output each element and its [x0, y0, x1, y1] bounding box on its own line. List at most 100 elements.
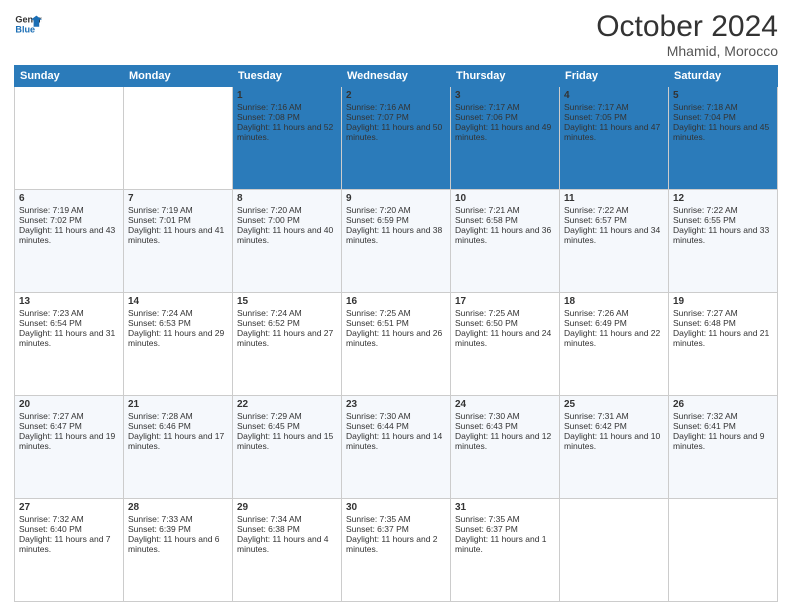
day-info: Daylight: 11 hours and 26 minutes. [346, 328, 446, 348]
day-info: Sunset: 6:52 PM [237, 318, 337, 328]
day-cell: 18Sunrise: 7:26 AMSunset: 6:49 PMDayligh… [560, 293, 669, 396]
day-info: Daylight: 11 hours and 15 minutes. [237, 431, 337, 451]
day-info: Daylight: 11 hours and 17 minutes. [128, 431, 228, 451]
day-info: Sunset: 6:58 PM [455, 215, 555, 225]
day-info: Sunset: 7:08 PM [237, 112, 337, 122]
logo-icon: General Blue [14, 10, 42, 38]
day-number: 23 [346, 399, 446, 410]
day-info: Sunrise: 7:32 AM [673, 411, 773, 421]
day-info: Sunset: 6:44 PM [346, 421, 446, 431]
day-info: Daylight: 11 hours and 47 minutes. [564, 122, 664, 142]
day-info: Sunrise: 7:22 AM [564, 205, 664, 215]
day-cell: 10Sunrise: 7:21 AMSunset: 6:58 PMDayligh… [451, 190, 560, 293]
week-row-4: 20Sunrise: 7:27 AMSunset: 6:47 PMDayligh… [15, 396, 778, 499]
day-cell: 22Sunrise: 7:29 AMSunset: 6:45 PMDayligh… [233, 396, 342, 499]
day-info: Sunrise: 7:35 AM [346, 514, 446, 524]
day-cell: 30Sunrise: 7:35 AMSunset: 6:37 PMDayligh… [342, 499, 451, 602]
day-number: 17 [455, 296, 555, 307]
day-number: 4 [564, 90, 664, 101]
day-info: Sunrise: 7:21 AM [455, 205, 555, 215]
day-cell: 25Sunrise: 7:31 AMSunset: 6:42 PMDayligh… [560, 396, 669, 499]
day-number: 20 [19, 399, 119, 410]
day-info: Daylight: 11 hours and 24 minutes. [455, 328, 555, 348]
day-info: Sunset: 6:51 PM [346, 318, 446, 328]
month-title: October 2024 [596, 10, 778, 43]
day-info: Sunset: 7:06 PM [455, 112, 555, 122]
day-info: Sunrise: 7:16 AM [237, 102, 337, 112]
day-info: Sunrise: 7:30 AM [455, 411, 555, 421]
page: General Blue October 2024 Mhamid, Morocc… [0, 0, 792, 612]
day-info: Sunrise: 7:19 AM [128, 205, 228, 215]
day-info: Sunrise: 7:25 AM [455, 308, 555, 318]
day-number: 22 [237, 399, 337, 410]
day-info: Sunset: 6:46 PM [128, 421, 228, 431]
day-info: Sunrise: 7:23 AM [19, 308, 119, 318]
day-info: Sunrise: 7:30 AM [346, 411, 446, 421]
day-info: Sunset: 7:01 PM [128, 215, 228, 225]
week-row-3: 13Sunrise: 7:23 AMSunset: 6:54 PMDayligh… [15, 293, 778, 396]
day-cell: 21Sunrise: 7:28 AMSunset: 6:46 PMDayligh… [124, 396, 233, 499]
day-cell: 15Sunrise: 7:24 AMSunset: 6:52 PMDayligh… [233, 293, 342, 396]
day-number: 12 [673, 193, 773, 204]
day-info: Sunrise: 7:19 AM [19, 205, 119, 215]
day-info: Sunset: 6:45 PM [237, 421, 337, 431]
day-info: Daylight: 11 hours and 10 minutes. [564, 431, 664, 451]
day-number: 18 [564, 296, 664, 307]
day-number: 26 [673, 399, 773, 410]
day-info: Sunrise: 7:33 AM [128, 514, 228, 524]
header: General Blue October 2024 Mhamid, Morocc… [14, 10, 778, 59]
day-number: 27 [19, 502, 119, 513]
day-number: 8 [237, 193, 337, 204]
day-number: 19 [673, 296, 773, 307]
col-header-sunday: Sunday [15, 66, 124, 87]
day-number: 21 [128, 399, 228, 410]
day-number: 2 [346, 90, 446, 101]
day-cell [15, 87, 124, 190]
day-info: Daylight: 11 hours and 52 minutes. [237, 122, 337, 142]
day-info: Sunset: 6:54 PM [19, 318, 119, 328]
day-info: Sunrise: 7:17 AM [455, 102, 555, 112]
week-row-1: 1Sunrise: 7:16 AMSunset: 7:08 PMDaylight… [15, 87, 778, 190]
day-cell: 19Sunrise: 7:27 AMSunset: 6:48 PMDayligh… [669, 293, 778, 396]
day-info: Sunset: 6:38 PM [237, 524, 337, 534]
day-info: Sunset: 7:00 PM [237, 215, 337, 225]
day-cell: 17Sunrise: 7:25 AMSunset: 6:50 PMDayligh… [451, 293, 560, 396]
day-info: Sunset: 7:05 PM [564, 112, 664, 122]
title-block: October 2024 Mhamid, Morocco [596, 10, 778, 59]
day-info: Sunset: 7:04 PM [673, 112, 773, 122]
day-info: Sunrise: 7:26 AM [564, 308, 664, 318]
day-cell: 29Sunrise: 7:34 AMSunset: 6:38 PMDayligh… [233, 499, 342, 602]
day-cell: 5Sunrise: 7:18 AMSunset: 7:04 PMDaylight… [669, 87, 778, 190]
day-info: Daylight: 11 hours and 2 minutes. [346, 534, 446, 554]
day-info: Daylight: 11 hours and 49 minutes. [455, 122, 555, 142]
day-number: 5 [673, 90, 773, 101]
day-info: Sunset: 6:47 PM [19, 421, 119, 431]
day-info: Sunrise: 7:24 AM [237, 308, 337, 318]
day-info: Sunset: 6:42 PM [564, 421, 664, 431]
day-number: 3 [455, 90, 555, 101]
day-cell: 14Sunrise: 7:24 AMSunset: 6:53 PMDayligh… [124, 293, 233, 396]
col-header-thursday: Thursday [451, 66, 560, 87]
day-info: Sunrise: 7:25 AM [346, 308, 446, 318]
day-info: Daylight: 11 hours and 27 minutes. [237, 328, 337, 348]
day-number: 15 [237, 296, 337, 307]
day-info: Daylight: 11 hours and 34 minutes. [564, 225, 664, 245]
day-info: Daylight: 11 hours and 31 minutes. [19, 328, 119, 348]
day-info: Daylight: 11 hours and 6 minutes. [128, 534, 228, 554]
week-row-5: 27Sunrise: 7:32 AMSunset: 6:40 PMDayligh… [15, 499, 778, 602]
day-number: 24 [455, 399, 555, 410]
day-cell [669, 499, 778, 602]
day-info: Sunrise: 7:20 AM [237, 205, 337, 215]
day-cell: 11Sunrise: 7:22 AMSunset: 6:57 PMDayligh… [560, 190, 669, 293]
day-info: Daylight: 11 hours and 43 minutes. [19, 225, 119, 245]
day-info: Daylight: 11 hours and 45 minutes. [673, 122, 773, 142]
day-info: Daylight: 11 hours and 7 minutes. [19, 534, 119, 554]
col-header-monday: Monday [124, 66, 233, 87]
day-info: Sunset: 6:57 PM [564, 215, 664, 225]
day-info: Sunset: 6:40 PM [19, 524, 119, 534]
day-number: 14 [128, 296, 228, 307]
day-info: Sunrise: 7:29 AM [237, 411, 337, 421]
day-cell: 12Sunrise: 7:22 AMSunset: 6:55 PMDayligh… [669, 190, 778, 293]
day-cell: 7Sunrise: 7:19 AMSunset: 7:01 PMDaylight… [124, 190, 233, 293]
day-cell: 6Sunrise: 7:19 AMSunset: 7:02 PMDaylight… [15, 190, 124, 293]
